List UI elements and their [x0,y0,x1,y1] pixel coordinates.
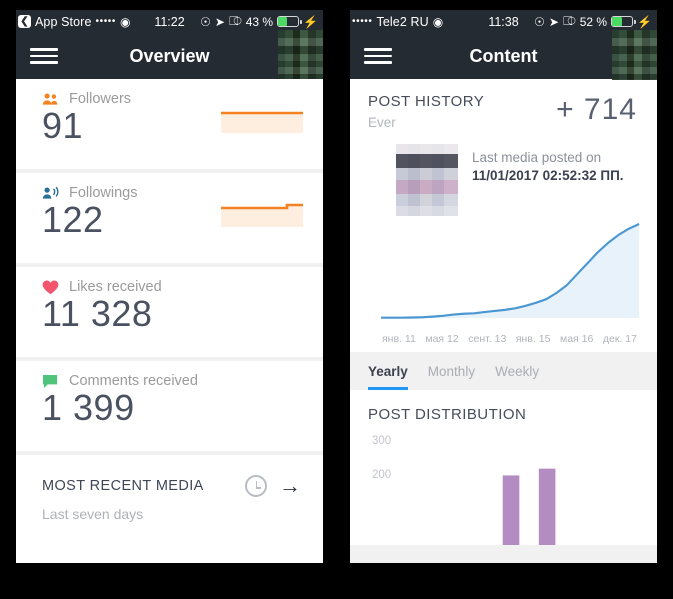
overview-scroll-area[interactable]: Followers 91 Followings 122 Likes receiv… [16,79,323,563]
stat-value: 1 399 [42,387,135,428]
bluetooth-icon: ⎄ [228,14,242,28]
area-chart-svg [381,222,640,319]
x-tick: мая 12 [425,333,459,345]
stat-value: 11 328 [42,293,153,334]
post-history-card: POST HISTORY Ever + 714 Last media poste… [350,79,657,352]
phone-left-overview: ❮ App Store ••••• ◉ 11:22 ☉ ➤ ⎄ 43 % ⚡ O… [4,5,335,563]
clock-icon[interactable] [245,475,267,497]
back-app-label[interactable]: App Store [35,15,92,29]
user-avatar[interactable] [612,30,657,80]
post-history-subtitle: Ever [368,115,396,130]
hamburger-menu-icon[interactable] [364,48,392,64]
x-tick: мая 16 [559,333,594,345]
tab-weekly[interactable]: Weekly [495,364,539,390]
last-media-row[interactable]: Last media posted on 11/01/2017 02:52:32… [368,144,641,216]
post-distribution-card: POST DISTRIBUTION 300 200 [350,390,657,545]
status-bar-right-group: ☉ ➤ ⎄ 43 % ⚡ [200,14,318,29]
carrier-label: Tele2 RU [376,14,429,29]
x-tick: дек. 17 [602,333,637,345]
battery-percent-label: 43 % [245,14,274,29]
nav-bar-right: Content [350,30,657,80]
x-tick: сент. 13 [468,333,507,345]
most-recent-media-header: MOST RECENT MEDIA → [42,475,301,497]
signal-dots: ••••• [95,16,117,27]
y-tick-300: 300 [372,435,392,448]
stat-card-followers[interactable]: Followers 91 [16,79,323,169]
last-media-caption: Last media posted on [472,150,602,165]
stat-card-followings[interactable]: Followings 122 [16,173,323,263]
battery-icon [611,16,636,27]
lightning-bolt-icon: ⚡ [303,14,318,29]
status-bar-left-group: ••••• Tele2 RU ◉ [352,15,443,29]
followers-sparkline [221,111,303,133]
bluetooth-icon: ⎄ [562,14,576,28]
lightning-bolt-icon: ⚡ [637,14,652,29]
tab-yearly[interactable]: Yearly [368,364,408,390]
page-title: Overview [129,45,210,66]
post-distribution-bar-chart: 300 200 [368,433,641,545]
page-title: Content [469,45,538,66]
hamburger-menu-icon[interactable] [30,48,58,64]
battery-percent-label: 52 % [579,14,608,29]
post-history-delta: + 714 [556,93,637,126]
last-media-timestamp: 11/01/2017 02:52:32 ПП. [472,168,624,183]
person-broadcast-icon [42,186,59,199]
post-distribution-title: POST DISTRIBUTION [368,406,527,423]
bar-chart-svg [502,468,556,545]
stat-card-likes-received[interactable]: Likes received 11 328 [16,267,323,357]
tab-monthly[interactable]: Monthly [428,364,475,390]
status-bar-right: ••••• Tele2 RU ◉ 11:38 ☉ ➤ ⎄ 52 % ⚡ [350,10,657,33]
status-bar-left: ❮ App Store ••••• ◉ 11:22 ☉ ➤ ⎄ 43 % ⚡ [16,10,323,33]
chevron-left-icon[interactable]: ❮ [18,15,31,28]
people-icon [42,93,58,105]
post-history-header: POST HISTORY Ever + 714 [368,93,641,130]
nav-bar-left: Overview [16,30,323,80]
arrow-right-icon[interactable]: → [279,475,301,497]
period-tabs[interactable]: Yearly Monthly Weekly [350,352,657,390]
rotation-lock-icon: ☉ [534,14,545,29]
rotation-lock-icon: ☉ [200,14,211,29]
x-tick: янв. 11 [382,333,416,345]
phone-right-content: ••••• Tele2 RU ◉ 11:38 ☉ ➤ ⎄ 52 % ⚡ Cont… [338,5,669,563]
last-media-meta: Last media posted on 11/01/2017 02:52:32… [472,144,624,216]
most-recent-media-subtitle: Last seven days [42,506,144,522]
y-tick-200: 200 [372,469,392,482]
location-arrow-icon: ➤ [548,14,559,29]
user-avatar[interactable] [278,30,323,80]
stat-card-comments-received[interactable]: Comments received 1 399 [16,361,323,451]
followings-sparkline [221,203,303,227]
signal-dots: ••••• [352,16,373,27]
most-recent-media-card[interactable]: MOST RECENT MEDIA → Last seven days [16,455,323,563]
area-chart-x-axis: янв. 11 мая 12 сент. 13 янв. 15 мая 16 д… [368,331,641,345]
post-history-title: POST HISTORY [368,93,485,110]
status-bar-left-group: ❮ App Store ••••• ◉ [18,15,131,29]
media-thumbnail[interactable] [396,144,458,216]
x-tick: янв. 15 [515,333,551,345]
post-history-titles: POST HISTORY Ever [368,93,484,130]
post-history-area-chart: янв. 11 мая 12 сент. 13 янв. 15 мая 16 д… [368,218,641,346]
comment-icon [43,374,58,388]
wifi-icon: ◉ [432,14,444,29]
status-bar-right-group: ☉ ➤ ⎄ 52 % ⚡ [534,14,652,29]
heart-icon [42,279,59,294]
two-phone-screenshot-frame: ❮ App Store ••••• ◉ 11:22 ☉ ➤ ⎄ 43 % ⚡ O… [0,0,673,599]
location-arrow-icon: ➤ [214,14,225,29]
battery-icon [277,16,302,27]
most-recent-media-title: MOST RECENT MEDIA [42,478,204,494]
most-recent-media-actions: → [245,475,301,497]
wifi-icon: ◉ [120,14,131,29]
content-scroll-area[interactable]: POST HISTORY Ever + 714 Last media poste… [350,79,657,563]
